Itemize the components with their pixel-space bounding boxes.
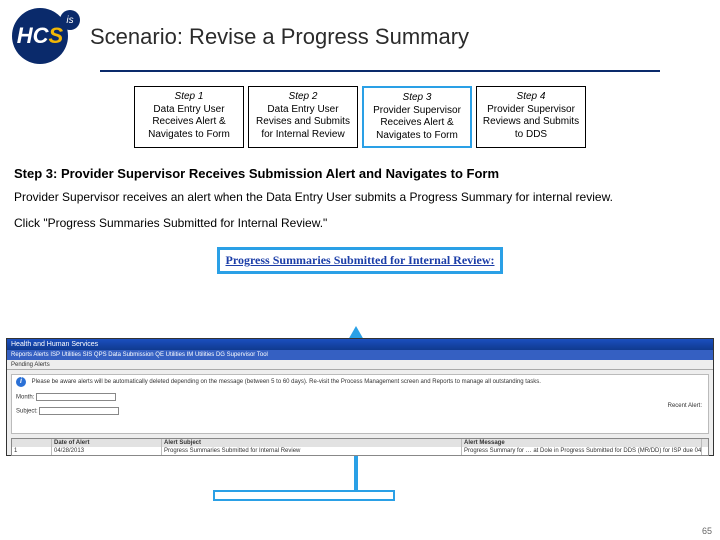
step-box-2: Step 2 Data Entry User Revises and Submi… [248,86,358,148]
month-label: Month: [16,395,34,401]
body-paragraph-2: Click "Progress Summaries Submitted for … [0,213,720,239]
title-divider [100,70,660,72]
app-body: i Please be aware alerts will be automat… [11,374,709,434]
step-box-1: Step 1 Data Entry User Receives Alert & … [134,86,244,148]
col-subject[interactable]: Alert Subject [162,439,462,447]
step-text: Data Entry User Revises and Submits for … [251,104,355,142]
step-box-3: Step 3 Provider Supervisor Receives Aler… [362,86,472,148]
slide-header: H C S is Scenario: Revise a Progress Sum… [0,0,720,66]
table-head: Date of Alert Alert Subject Alert Messag… [12,439,708,447]
body-paragraph-1: Provider Supervisor receives an alert wh… [0,187,720,213]
progress-summaries-link[interactable]: Progress Summaries Submitted for Interna… [217,247,504,274]
link-callout-row: Progress Summaries Submitted for Interna… [0,239,720,278]
cell-index: 1 [12,447,52,455]
subject-select[interactable] [39,407,119,415]
hcsis-logo: H C S is [12,8,82,66]
page-number: 65 [702,526,712,536]
app-window-title: Health and Human Services [7,339,713,350]
logo-s: S [49,23,64,49]
step-label: Step 4 [479,91,583,104]
month-select[interactable] [36,393,116,401]
app-nav-bar[interactable]: Reports Alerts ISP Utilities SIS QPS Dat… [7,350,713,360]
logo-c: C [33,23,49,49]
table-row[interactable]: 1 04/28/2013 Progress Summaries Submitte… [12,447,708,455]
app-screenshot: Health and Human Services Reports Alerts… [6,338,714,456]
cell-subject[interactable]: Progress Summaries Submitted for Interna… [162,447,462,455]
col-blank [12,439,52,447]
cell-message: Progress Summary for … at Dole in Progre… [462,447,702,455]
row-highlight-box [213,490,395,501]
col-message[interactable]: Alert Message [462,439,702,447]
step-label: Step 2 [251,91,355,104]
subject-label: Subject: [16,409,38,415]
step-label: Step 3 [366,92,468,105]
col-date[interactable]: Date of Alert [52,439,162,447]
app-info-text: Please be aware alerts will be automatic… [32,379,541,385]
step-flow: Step 1 Data Entry User Receives Alert & … [0,86,720,148]
step-text: Provider Supervisor Receives Alert & Nav… [366,105,468,143]
step-heading: Step 3: Provider Supervisor Receives Sub… [0,166,720,187]
logo-is: is [60,10,80,30]
step-text: Data Entry User Receives Alert & Navigat… [137,104,241,142]
info-icon: i [16,377,26,387]
app-breadcrumb: Pending Alerts [7,360,713,370]
step-text: Provider Supervisor Reviews and Submits … [479,104,583,142]
step-label: Step 1 [137,91,241,104]
logo-h: H [17,23,33,49]
cell-date: 04/28/2013 [52,447,162,455]
alerts-table: Date of Alert Alert Subject Alert Messag… [11,438,709,456]
slide-title: Scenario: Revise a Progress Summary [90,24,469,50]
recent-alert-label: Recent Alert: [668,403,702,409]
step-box-4: Step 4 Provider Supervisor Reviews and S… [476,86,586,148]
